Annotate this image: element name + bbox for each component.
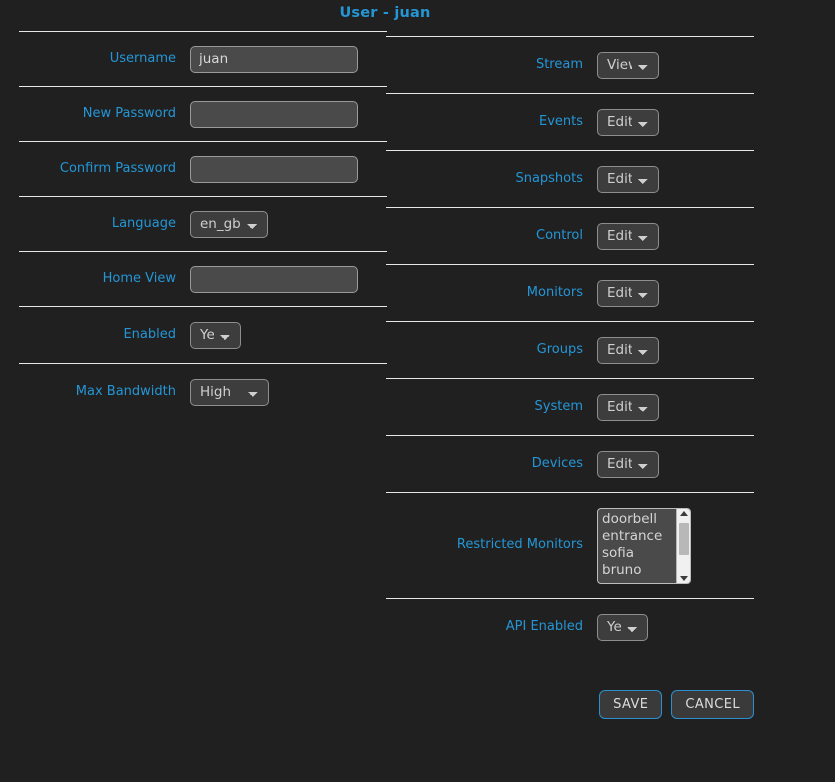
select-devices[interactable]: NoneViewEdit	[597, 450, 659, 478]
field-home-view	[190, 265, 387, 293]
label-username: Username	[109, 50, 176, 66]
label-groups: Groups	[536, 341, 583, 357]
label-stream: Stream	[535, 56, 583, 72]
label-api-enabled: API Enabled	[505, 618, 583, 634]
input-home-view[interactable]	[190, 265, 358, 293]
list-item[interactable]: entrance	[602, 528, 676, 545]
field-confirm-password	[190, 155, 387, 183]
select-language[interactable]: en_gb	[190, 210, 268, 238]
form-row-control: Control NoneViewEdit	[386, 207, 754, 264]
form-row-language: Language en_gb	[19, 196, 387, 251]
field-devices: NoneViewEdit	[597, 450, 754, 478]
input-confirm-password[interactable]	[190, 155, 358, 183]
label-restricted-monitors: Restricted Monitors	[456, 537, 583, 553]
select-monitors[interactable]: NoneViewEdit	[597, 279, 659, 307]
label-home-view: Home View	[102, 270, 176, 286]
form-row-restricted-monitors: Restricted Monitors doorbell entrance sofia…	[386, 492, 754, 598]
label-devices: Devices	[531, 455, 583, 471]
select-control[interactable]: NoneViewEdit	[597, 222, 659, 250]
form-row-groups: Groups NoneViewEdit	[386, 321, 754, 378]
form-row-snapshots: Snapshots NoneViewEdit	[386, 150, 754, 207]
list-item[interactable]: doorbell	[602, 511, 676, 528]
field-api-enabled: YesNo	[597, 613, 754, 641]
label-max-bandwidth: Max Bandwidth	[75, 383, 176, 399]
form-row-home-view: Home View	[19, 251, 387, 306]
label-system: System	[534, 398, 583, 414]
select-stream[interactable]: NoneView	[597, 51, 659, 79]
save-button[interactable]: SAVE	[599, 690, 663, 719]
left-column: Username New Password Confirm Password Lang…	[19, 31, 387, 420]
form-row-monitors: Monitors NoneViewEdit	[386, 264, 754, 321]
select-enabled[interactable]: YesNo	[190, 321, 241, 349]
cancel-button[interactable]: CANCEL	[671, 690, 754, 719]
label-monitors: Monitors	[526, 284, 583, 300]
select-max-bandwidth[interactable]: HighMediumLow	[190, 378, 269, 406]
form-row-new-password: New Password	[19, 86, 387, 141]
field-monitors: NoneViewEdit	[597, 279, 754, 307]
field-restricted-monitors: doorbell entrance sofia bruno	[597, 507, 754, 584]
list-item[interactable]: sofia	[602, 545, 676, 562]
field-max-bandwidth: HighMediumLow	[190, 378, 387, 406]
select-groups[interactable]: NoneViewEdit	[597, 336, 659, 364]
input-new-password[interactable]	[190, 100, 358, 128]
listbox-scrollbar[interactable]	[676, 508, 690, 583]
field-stream: NoneView	[597, 51, 754, 79]
field-groups: NoneViewEdit	[597, 336, 754, 364]
form-row-events: Events NoneViewEdit	[386, 93, 754, 150]
form-actions: SAVE CANCEL	[386, 690, 754, 719]
label-enabled: Enabled	[123, 326, 176, 342]
restricted-monitors-listbox[interactable]: doorbell entrance sofia bruno	[597, 507, 691, 584]
form-row-max-bandwidth: Max Bandwidth HighMediumLow	[19, 363, 387, 420]
label-new-password: New Password	[82, 105, 176, 121]
field-new-password	[190, 100, 387, 128]
form-row-stream: Stream NoneView	[386, 36, 754, 93]
restricted-monitors-options: doorbell entrance sofia bruno	[598, 509, 676, 583]
field-enabled: YesNo	[190, 321, 387, 349]
right-column: StreamNoneViewEventsNoneViewEditSnapshot…	[386, 36, 754, 655]
user-edit-page: User - juan Username New Password Confirm …	[0, 0, 835, 782]
select-api-enabled[interactable]: YesNo	[597, 613, 648, 641]
field-events: NoneViewEdit	[597, 108, 754, 136]
form-row-system: System NoneViewEdit	[386, 378, 754, 435]
input-username[interactable]	[190, 45, 358, 73]
select-system[interactable]: NoneViewEdit	[597, 393, 659, 421]
scroll-up-arrow-icon[interactable]	[679, 510, 688, 516]
select-events[interactable]: NoneViewEdit	[597, 108, 659, 136]
label-snapshots: Snapshots	[515, 170, 583, 186]
label-events: Events	[538, 113, 583, 129]
field-username	[190, 45, 387, 73]
field-language: en_gb	[190, 210, 387, 238]
label-control: Control	[536, 227, 583, 243]
field-system: NoneViewEdit	[597, 393, 754, 421]
scroll-down-arrow-icon[interactable]	[679, 575, 688, 581]
form-row-confirm-password: Confirm Password	[19, 141, 387, 196]
form-row-api-enabled: API Enabled YesNo	[386, 598, 754, 655]
field-snapshots: NoneViewEdit	[597, 165, 754, 193]
field-control: NoneViewEdit	[597, 222, 754, 250]
label-language: Language	[111, 215, 176, 231]
list-item[interactable]: bruno	[602, 562, 676, 579]
select-snapshots[interactable]: NoneViewEdit	[597, 165, 659, 193]
form-row-enabled: Enabled YesNo	[19, 306, 387, 363]
form-row-devices: Devices NoneViewEdit	[386, 435, 754, 492]
form-row-username: Username	[19, 31, 387, 86]
scrollbar-thumb[interactable]	[678, 522, 689, 555]
label-confirm-password: Confirm Password	[59, 160, 176, 176]
page-title: User - juan	[339, 5, 431, 21]
